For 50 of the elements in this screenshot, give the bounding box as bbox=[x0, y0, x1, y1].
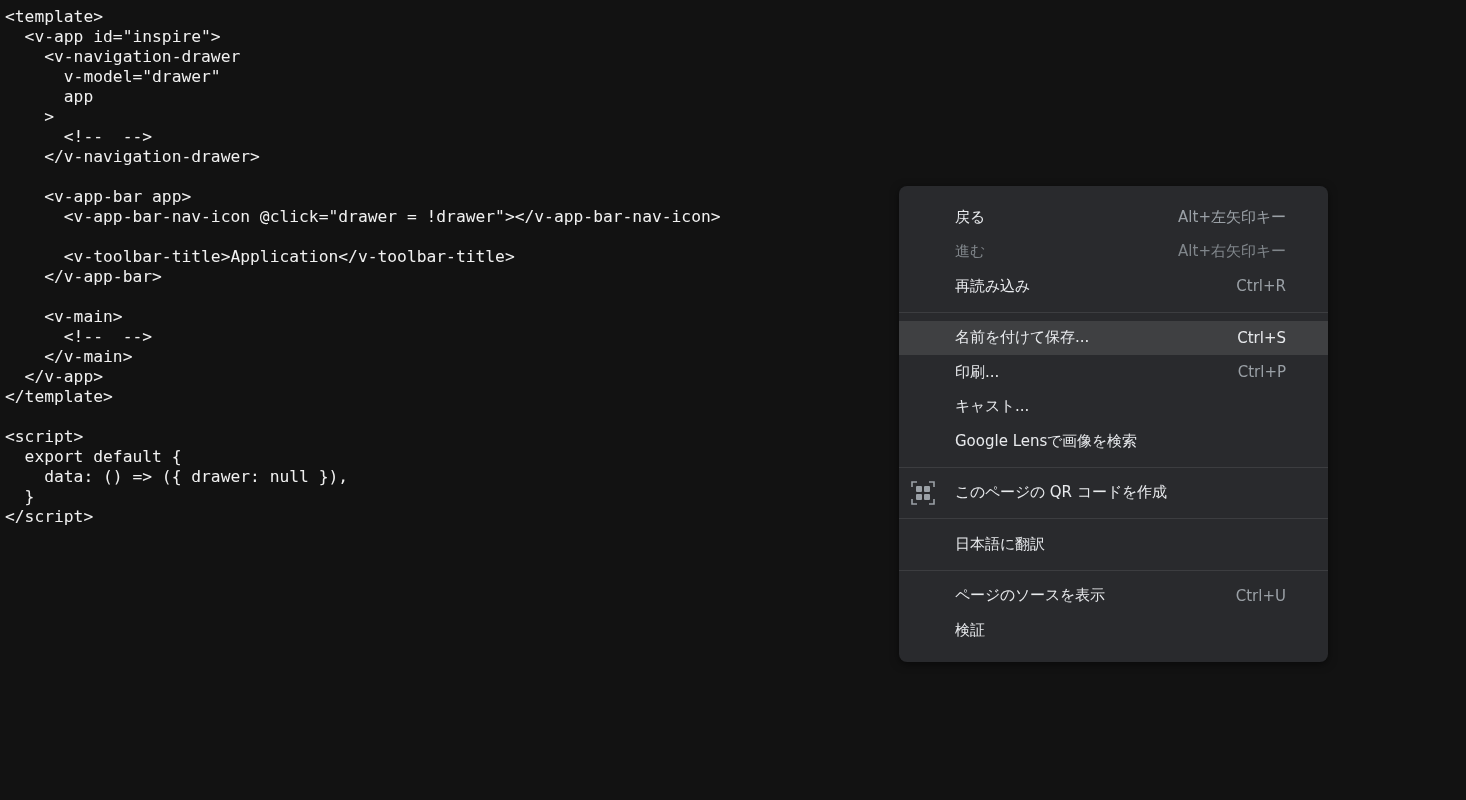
code-line: > bbox=[43, 107, 54, 127]
menu-item-label: ページのソースを表示 bbox=[955, 586, 1106, 606]
menu-item[interactable]: 再読み込み Ctrl+R bbox=[899, 269, 1328, 304]
code-line: data: () => ({ drawer: null }), bbox=[43, 467, 349, 487]
menu-item-label: 名前を付けて保存... bbox=[955, 328, 1091, 348]
menu-item[interactable]: 戻る Alt+左矢印キー bbox=[899, 200, 1328, 235]
menu-item-label: キャスト... bbox=[955, 397, 1031, 417]
code-line: <v-main> bbox=[43, 307, 123, 327]
keyboard-shortcut: Ctrl+S bbox=[1237, 328, 1286, 347]
code-line: </v-navigation-drawer> bbox=[43, 147, 260, 167]
menu-item-label: 戻る bbox=[955, 207, 986, 227]
keyboard-shortcut: Alt+右矢印キー bbox=[1178, 242, 1286, 262]
code-line: export default { bbox=[23, 447, 182, 467]
keyboard-shortcut: Ctrl+U bbox=[1235, 586, 1286, 605]
menu-item-label: 検証 bbox=[955, 620, 986, 640]
menu-item[interactable]: 印刷... Ctrl+P bbox=[899, 355, 1328, 390]
keyboard-shortcut: Ctrl+P bbox=[1237, 363, 1286, 382]
code-line: } bbox=[23, 487, 35, 507]
code-line: <!-- --> bbox=[62, 127, 153, 147]
code-line: <template> bbox=[5, 7, 104, 27]
menu-item-label: 進む bbox=[955, 242, 986, 262]
code-line: <v-toolbar-title>Application</v-toolbar-title> bbox=[62, 247, 515, 267]
code-line: <v-app-bar-nav-icon @click="drawer = !drawer"></v-app-bar-nav-icon> bbox=[62, 207, 721, 227]
code-line: </script> bbox=[5, 507, 94, 527]
keyboard-shortcut: Alt+左矢印キー bbox=[1178, 207, 1286, 227]
menu-item[interactable]: ページのソースを表示 Ctrl+U bbox=[899, 578, 1328, 613]
menu-item-label: 印刷... bbox=[955, 362, 1001, 382]
code-line: </v-app-bar> bbox=[43, 267, 162, 287]
menu-item-label: 再読み込み bbox=[955, 276, 1031, 296]
menu-item[interactable]: 日本語に翻訳 bbox=[899, 527, 1328, 562]
code-line: <v-navigation-drawer bbox=[43, 47, 241, 67]
menu-item-label: 日本語に翻訳 bbox=[955, 534, 1046, 554]
code-line: app bbox=[62, 87, 94, 107]
menu-item[interactable]: このページの QR コードを作成 bbox=[899, 475, 1328, 510]
code-line: </v-app> bbox=[23, 367, 104, 387]
menu-item-label: Google Lensで画像を検索 bbox=[955, 431, 1139, 451]
keyboard-shortcut: Ctrl+R bbox=[1236, 277, 1286, 296]
code-line: <v-app-bar app> bbox=[43, 187, 192, 207]
code-line: <v-app id="inspire"> bbox=[23, 27, 221, 47]
menu-item[interactable]: 名前を付けて保存... Ctrl+S bbox=[899, 320, 1328, 355]
code-line: v-model="drawer" bbox=[62, 67, 221, 87]
code-line: <!-- --> bbox=[62, 327, 153, 347]
code-line: </v-main> bbox=[43, 347, 133, 367]
qr-code-icon bbox=[911, 480, 935, 505]
code-line: </template> bbox=[5, 387, 113, 407]
menu-item-label: このページの QR コードを作成 bbox=[955, 483, 1168, 503]
code-line: <script> bbox=[5, 427, 84, 447]
menu-item[interactable]: Google Lensで画像を検索 bbox=[899, 424, 1328, 459]
menu-item[interactable]: 検証 bbox=[899, 613, 1328, 648]
menu-item[interactable]: キャスト... bbox=[899, 389, 1328, 424]
